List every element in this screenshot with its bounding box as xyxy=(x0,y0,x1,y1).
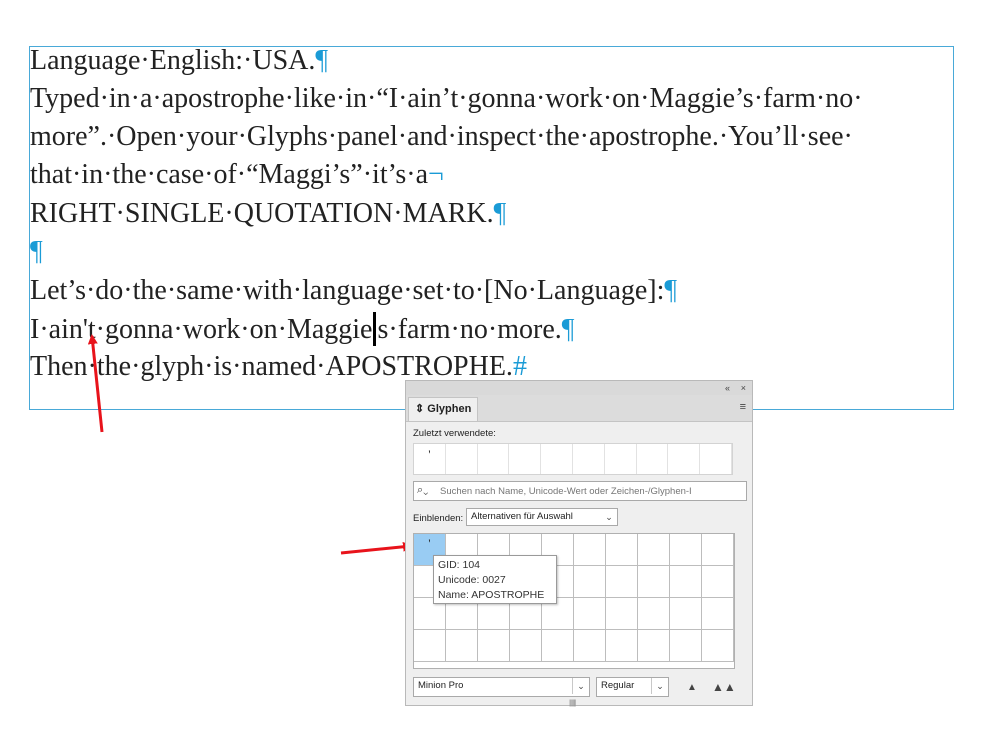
glyph-cell[interactable] xyxy=(638,534,670,566)
show-label: Einblenden: xyxy=(413,513,464,524)
recent-glyph-cell[interactable] xyxy=(573,444,605,474)
glyph-cell[interactable] xyxy=(414,630,446,662)
tooltip-name: Name: APOSTROPHE xyxy=(438,589,545,601)
recent-glyph-cell[interactable]: ' xyxy=(414,444,446,474)
arrow-to-selected-glyph xyxy=(340,541,413,555)
glyph-cell[interactable] xyxy=(638,566,670,598)
tooltip-unicode: Unicode: 0027 xyxy=(438,574,506,586)
font-style-dropdown[interactable]: Regular ⌄ xyxy=(596,677,669,697)
glyph-cell[interactable] xyxy=(702,630,734,662)
glyph-cell[interactable] xyxy=(446,630,478,662)
panel-tab-row: ⇕ Glyphen ≡ xyxy=(406,395,752,422)
recent-label: Zuletzt verwendete: xyxy=(413,428,496,439)
glyphs-panel: « × ⇕ Glyphen ≡ Zuletzt verwendete: ' ⌕⌄… xyxy=(405,380,753,707)
glyph-cell[interactable] xyxy=(606,598,638,630)
glyph-cell[interactable] xyxy=(574,630,606,662)
recent-glyph-cell[interactable] xyxy=(446,444,478,474)
recent-glyph-cell[interactable] xyxy=(478,444,510,474)
show-dropdown[interactable]: Alternativen für Auswahl ⌄ xyxy=(466,508,618,526)
chevron-down-icon: ⌄ xyxy=(651,678,668,694)
search-input[interactable] xyxy=(440,484,740,498)
glyph-cell[interactable] xyxy=(670,566,702,598)
glyph-cell[interactable] xyxy=(702,534,734,566)
glyph-cell[interactable] xyxy=(702,566,734,598)
arrow-to-apostrophe-in-text xyxy=(87,334,104,433)
tab-glyphen[interactable]: ⇕ Glyphen xyxy=(408,397,478,421)
glyph-cell[interactable] xyxy=(510,630,542,662)
glyph-cell[interactable] xyxy=(574,598,606,630)
glyph-cell[interactable] xyxy=(670,598,702,630)
recent-glyph-cell[interactable] xyxy=(637,444,669,474)
search-icon[interactable]: ⌕⌄ xyxy=(417,484,428,497)
glyph-cell[interactable] xyxy=(606,566,638,598)
tooltip-gid: GID: 104 xyxy=(438,559,481,571)
glyph-cell[interactable] xyxy=(638,598,670,630)
recent-glyph-cell[interactable] xyxy=(700,444,732,474)
glyph-cell[interactable] xyxy=(670,534,702,566)
glyph-cell[interactable] xyxy=(670,630,702,662)
increase-size-icon[interactable]: ▲▲ xyxy=(712,680,736,694)
glyph-cell[interactable] xyxy=(638,630,670,662)
chevron-down-icon: ⌄ xyxy=(605,512,613,522)
glyph-cell[interactable] xyxy=(606,630,638,662)
panel-title-bar[interactable]: « × xyxy=(406,381,752,396)
glyph-tooltip: GID: 104 Unicode: 0027 Name: APOSTROPHE xyxy=(433,555,557,604)
close-icon[interactable]: × xyxy=(741,381,746,395)
font-family-dropdown[interactable]: Minion Pro ⌄ xyxy=(413,677,590,697)
recent-glyph-cell[interactable] xyxy=(509,444,542,474)
recent-glyph-cell[interactable] xyxy=(541,444,573,474)
tab-expand-icon: ⇕ xyxy=(415,403,425,415)
glyph-cell[interactable] xyxy=(542,630,574,662)
glyph-cell[interactable] xyxy=(478,630,510,662)
recent-glyph-cell[interactable] xyxy=(668,444,701,474)
panel-menu-icon[interactable]: ≡ xyxy=(740,401,746,413)
glyph-search[interactable]: ⌕⌄ xyxy=(413,481,747,501)
recent-glyphs-row: ' xyxy=(413,443,733,475)
glyph-cell[interactable] xyxy=(702,598,734,630)
collapse-icon[interactable]: « xyxy=(725,381,730,395)
glyph-cell[interactable] xyxy=(574,534,606,566)
recent-glyph-cell[interactable] xyxy=(605,444,637,474)
resize-grip-icon[interactable]: |||||||| xyxy=(569,700,576,707)
decrease-size-icon[interactable]: ▲ xyxy=(687,682,697,693)
glyph-cell[interactable] xyxy=(606,534,638,566)
chevron-down-icon: ⌄ xyxy=(572,678,589,694)
glyph-cell[interactable] xyxy=(574,566,606,598)
